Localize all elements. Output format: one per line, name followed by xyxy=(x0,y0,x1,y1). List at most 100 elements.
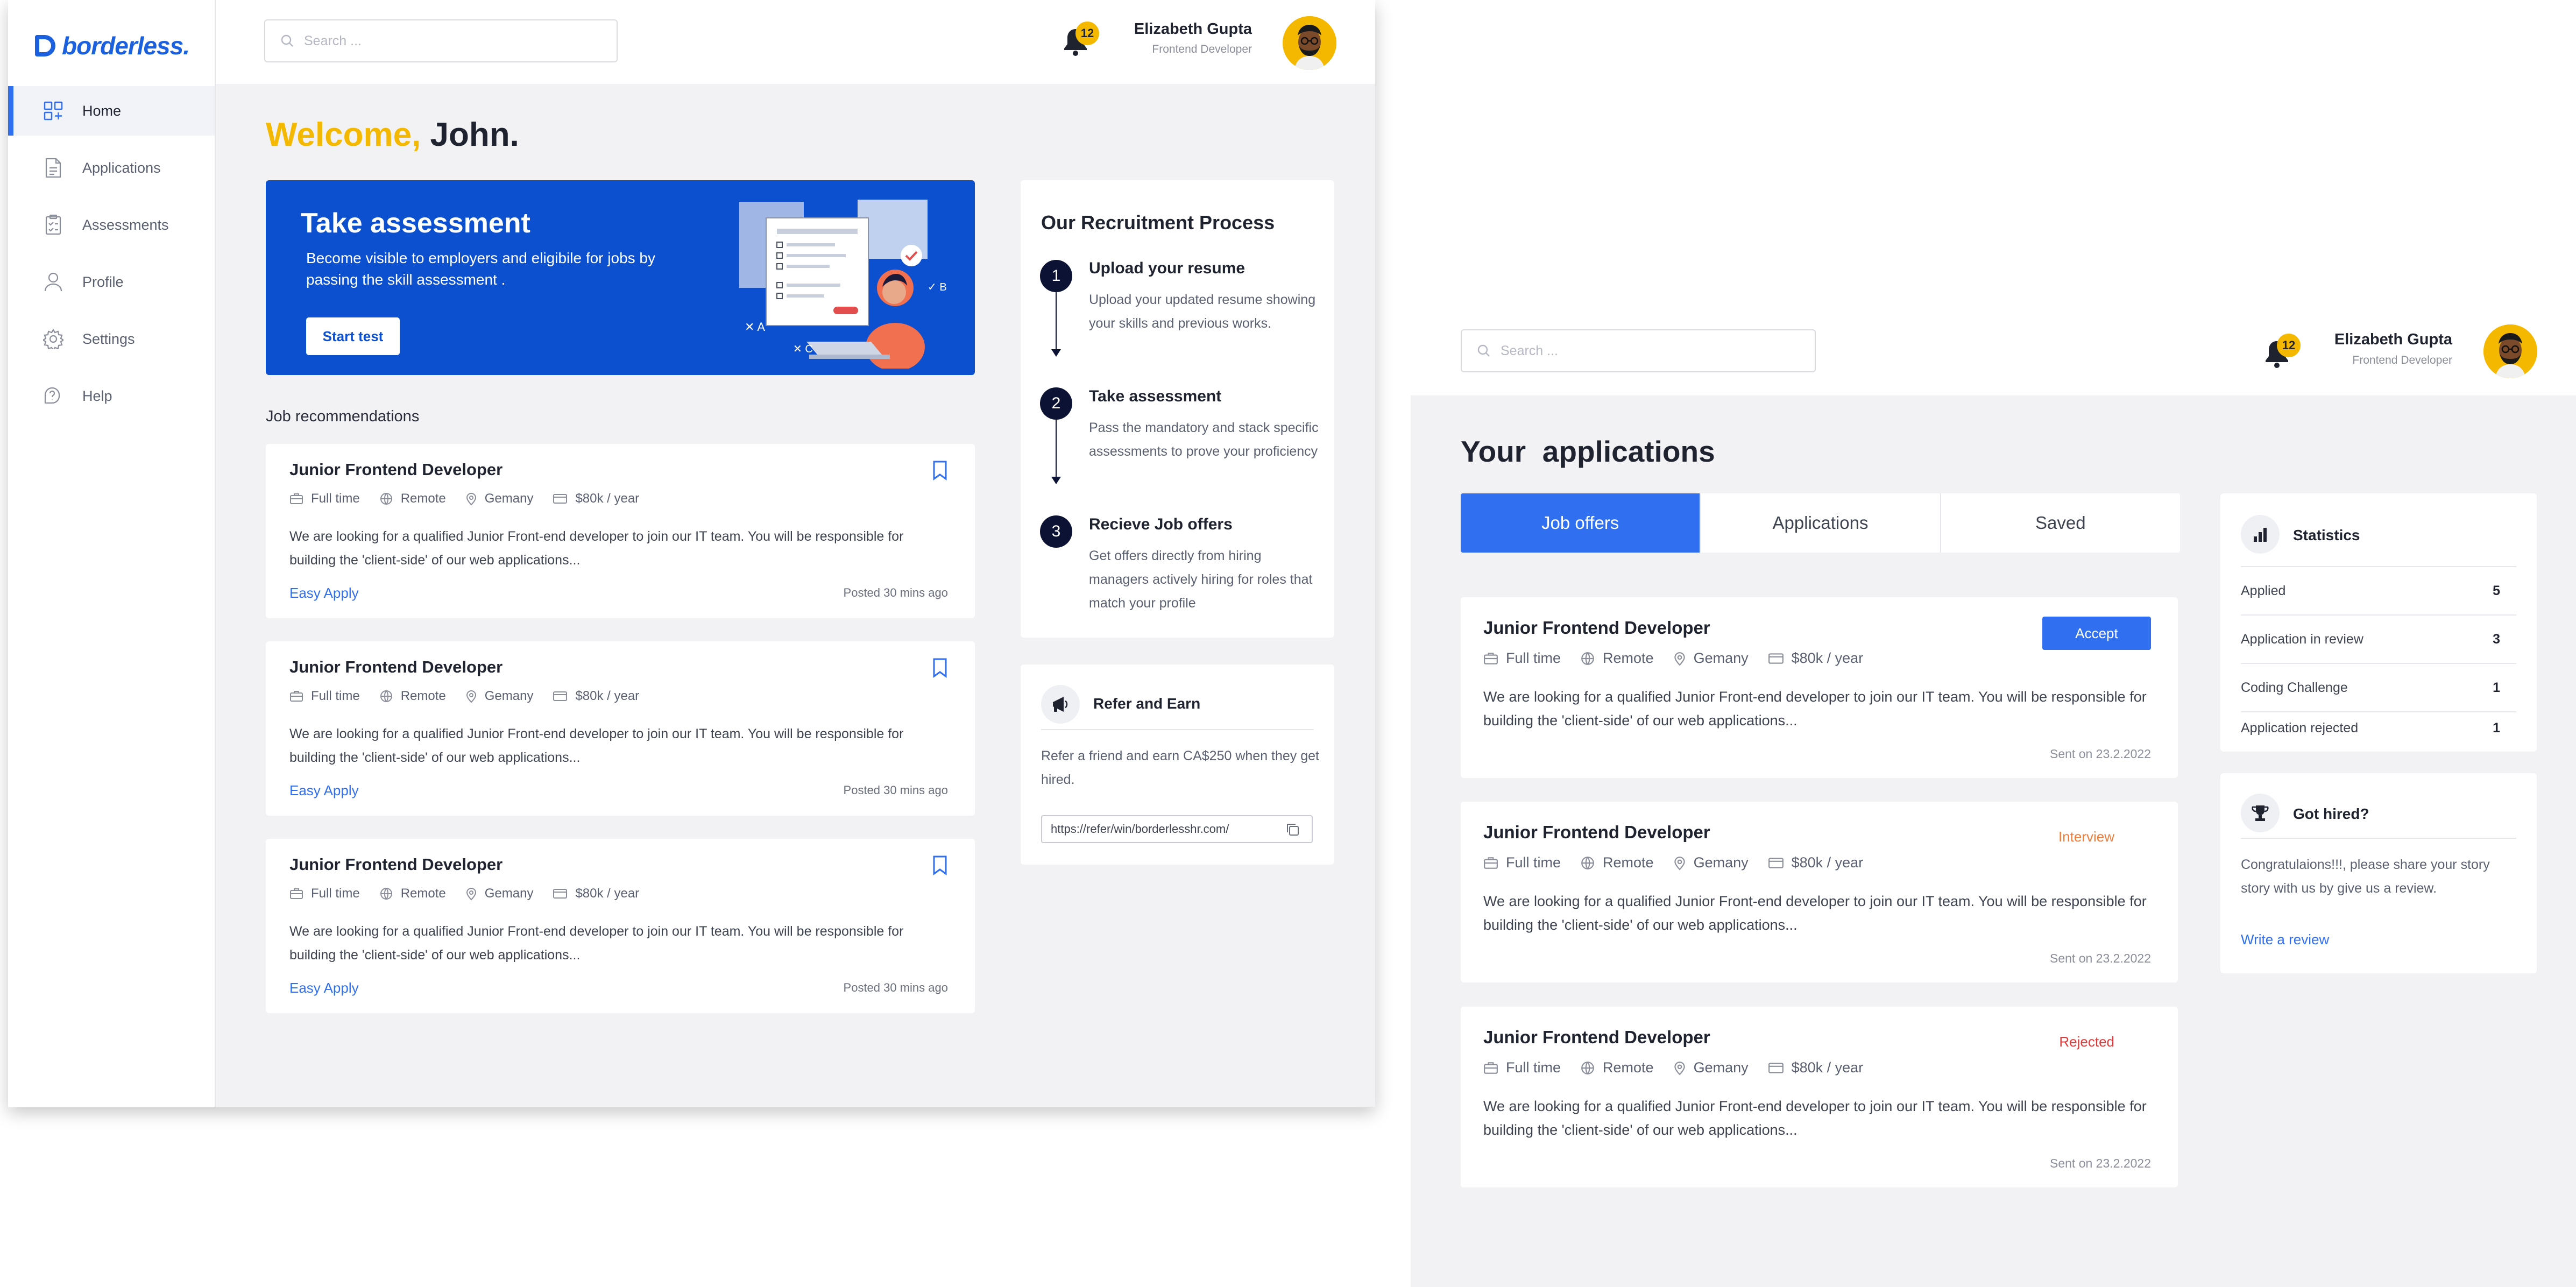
job-country: Gemany xyxy=(1673,1059,1749,1076)
job-salary: $80k / year xyxy=(553,886,639,901)
notification-bell-icon[interactable]: 12 xyxy=(1060,22,1099,58)
svg-text:✓ B: ✓ B xyxy=(928,281,947,293)
tab-applications[interactable]: Applications xyxy=(1701,493,1941,553)
user-name: Elizabeth Gupta xyxy=(1134,20,1252,38)
sidebar-item-home[interactable]: Home xyxy=(8,86,215,136)
status-badge: Interview xyxy=(2058,829,2114,845)
sidebar-item-applications[interactable]: Applications xyxy=(8,143,215,193)
globe-icon xyxy=(380,690,392,702)
job-location-type: Remote xyxy=(379,491,446,506)
job-title: Junior Frontend Developer xyxy=(289,657,503,676)
job-type: Full time xyxy=(1483,650,1561,667)
job-country-label: Gemany xyxy=(484,689,534,703)
brand-logo-mark-icon xyxy=(35,35,55,56)
document-icon xyxy=(43,157,64,179)
bar-chart-icon xyxy=(2241,515,2280,554)
copy-icon[interactable] xyxy=(1286,823,1300,837)
easy-apply-link[interactable]: Easy Apply xyxy=(289,782,359,799)
job-salary-label: $80k / year xyxy=(575,491,640,506)
sent-date: Sent on 23.2.2022 xyxy=(2050,951,2151,965)
welcome-heading: Welcome, John. xyxy=(266,116,519,154)
refer-and-earn-card: Refer and Earn Refer a friend and earn C… xyxy=(1021,664,1334,865)
stat-row: Coding Challenge 1 xyxy=(2241,663,2516,711)
job-country: Gemany xyxy=(465,491,533,506)
job-title: Junior Frontend Developer xyxy=(1483,822,1710,842)
money-icon xyxy=(553,889,568,899)
search-icon xyxy=(281,34,293,47)
application-card[interactable]: Junior Frontend Developer Interview Full… xyxy=(1461,802,2178,982)
start-test-button[interactable]: Start test xyxy=(306,317,400,355)
status-badge: Rejected xyxy=(2059,1034,2114,1050)
avatar[interactable] xyxy=(2483,324,2537,378)
sidebar-item-help[interactable]: Help xyxy=(8,371,215,421)
job-country-label: Gemany xyxy=(1693,650,1749,666)
step-connector xyxy=(1056,292,1057,350)
bookmark-icon[interactable] xyxy=(932,657,948,678)
referral-link: https://refer/win/borderlesshr.com/ xyxy=(1051,822,1229,836)
job-type-label: Full time xyxy=(311,886,360,901)
search-input[interactable]: Search ... xyxy=(264,19,618,62)
location-pin-icon xyxy=(466,888,476,901)
process-title: Our Recruitment Process xyxy=(1041,211,1275,234)
job-salary: $80k / year xyxy=(1768,854,1863,871)
sidebar-nav: Home Applications Assessments Profile Se… xyxy=(8,86,215,428)
job-description: We are looking for a qualified Junior Fr… xyxy=(289,726,904,765)
divider xyxy=(2241,838,2516,839)
avatar[interactable] xyxy=(1283,16,1336,70)
tab-job-offers[interactable]: Job offers xyxy=(1461,493,1701,553)
write-review-link[interactable]: Write a review xyxy=(2241,931,2329,948)
job-description: We are looking for a qualified Junior Fr… xyxy=(289,924,904,963)
sidebar-item-profile[interactable]: Profile xyxy=(8,257,215,307)
application-card[interactable]: Junior Frontend Developer Accept Full ti… xyxy=(1461,597,2178,778)
tab-saved[interactable]: Saved xyxy=(1941,493,2180,553)
welcome-name: John. xyxy=(430,116,519,153)
job-country: Gemany xyxy=(1673,854,1749,871)
job-card[interactable]: Junior Frontend Developer Full time Remo… xyxy=(266,641,975,816)
easy-apply-link[interactable]: Easy Apply xyxy=(289,585,359,602)
location-pin-icon xyxy=(1674,856,1685,870)
job-card[interactable]: Junior Frontend Developer Full time Remo… xyxy=(266,839,975,1013)
job-country: Gemany xyxy=(465,886,533,901)
job-title: Junior Frontend Developer xyxy=(289,855,503,874)
home-grid-icon xyxy=(43,100,64,122)
posted-time: Posted 30 mins ago xyxy=(843,981,948,994)
referral-link-field[interactable]: https://refer/win/borderlesshr.com/ xyxy=(1041,815,1313,843)
job-type-label: Full time xyxy=(1506,1059,1561,1076)
job-title: Junior Frontend Developer xyxy=(1483,1027,1710,1047)
job-description: We are looking for a qualified Junior Fr… xyxy=(289,529,904,568)
job-type-label: Full time xyxy=(1506,650,1561,666)
search-input[interactable]: Search ... xyxy=(1461,329,1816,372)
sidebar-item-assessments[interactable]: Assessments xyxy=(8,200,215,250)
location-pin-icon xyxy=(466,690,476,703)
job-salary: $80k / year xyxy=(553,491,639,506)
notification-bell-icon[interactable]: 12 xyxy=(2262,334,2301,370)
easy-apply-link[interactable]: Easy Apply xyxy=(289,980,359,996)
search-placeholder: Search ... xyxy=(304,33,362,48)
brand-logo[interactable]: borderless. xyxy=(35,31,190,60)
sidebar-item-label: Profile xyxy=(82,273,124,290)
job-type: Full time xyxy=(289,886,360,901)
sidebar-item-settings[interactable]: Settings xyxy=(8,314,215,364)
application-card[interactable]: Junior Frontend Developer Rejected Full … xyxy=(1461,1007,2178,1187)
location-pin-icon xyxy=(1674,1061,1685,1075)
got-hired-card: Got hired? Congratulaions!!!, please sha… xyxy=(2220,773,2537,973)
job-meta: Full time Remote Gemany $80k / year xyxy=(289,689,639,704)
job-location-type: Remote xyxy=(1580,650,1654,667)
job-location-type-label: Remote xyxy=(1603,650,1654,666)
job-description: We are looking for a qualified Junior Fr… xyxy=(1483,689,2147,729)
notification-badge: 12 xyxy=(1075,22,1099,45)
location-pin-icon xyxy=(466,493,476,506)
step-connector xyxy=(1056,420,1057,478)
sidebar-item-label: Applications xyxy=(82,159,161,176)
bookmark-icon[interactable] xyxy=(932,855,948,875)
accept-button[interactable]: Accept xyxy=(2042,617,2151,650)
step-number: 1 xyxy=(1040,260,1072,292)
got-hired-text: Congratulaions!!!, please share your sto… xyxy=(2241,857,2490,896)
job-country: Gemany xyxy=(465,689,534,704)
job-card[interactable]: Junior Frontend Developer Full time Remo… xyxy=(266,444,975,618)
job-country: Gemany xyxy=(1673,650,1749,667)
help-icon xyxy=(43,385,64,407)
briefcase-icon xyxy=(290,493,303,504)
sidebar-item-label: Settings xyxy=(82,330,135,347)
bookmark-icon[interactable] xyxy=(932,460,948,480)
